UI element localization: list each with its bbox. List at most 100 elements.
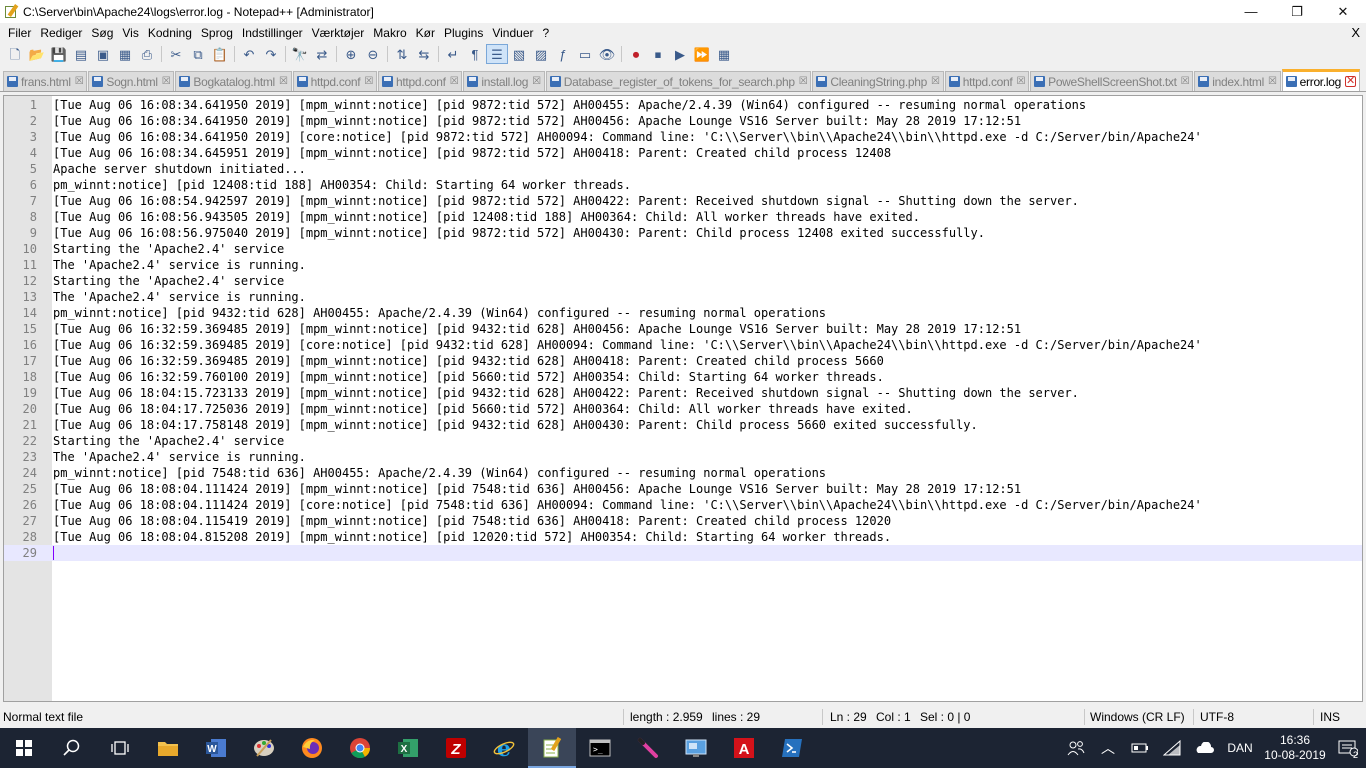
menu-plugins[interactable]: Plugins [440,26,488,40]
editor-line[interactable]: 7 [Tue Aug 06 16:08:54.942597 2019] [mpm_… [4,193,1362,209]
editor-line[interactable]: 27 [Tue Aug 06 18:08:04.115419 2019] [mpm… [4,513,1362,529]
editor-line[interactable]: 9 [Tue Aug 06 16:08:56.975040 2019] [mpm_… [4,225,1362,241]
editor-line[interactable]: 8 [Tue Aug 06 16:08:56.943505 2019] [mpm_… [4,209,1362,225]
zoom-out-icon[interactable]: ⊖ [362,44,384,64]
editor-line[interactable]: 17 [Tue Aug 06 16:32:59.369485 2019] [mpm… [4,353,1362,369]
start-button[interactable] [0,728,48,768]
input-language[interactable]: DAN [1220,741,1260,755]
taskbar-file-explorer[interactable] [144,728,192,768]
copy-icon[interactable]: ⧉ [187,44,209,64]
editor-line[interactable]: 24 pm_winnt:notice] [pid 7548:tid 636] AH… [4,465,1362,481]
editor-line[interactable]: 16 [Tue Aug 06 16:32:59.369485 2019] [cor… [4,337,1362,353]
show-hidden-icons-icon[interactable]: ︿ [1092,728,1124,768]
tab-close-icon[interactable]: ☒ [1181,76,1190,87]
undo-icon[interactable]: ↶ [238,44,260,64]
status-eol[interactable]: Windows (CR LF) [1090,710,1185,724]
taskbar-command-prompt[interactable]: >_ [576,728,624,768]
editor-line[interactable]: 21 [Tue Aug 06 18:04:17.758148 2019] [mpm… [4,417,1362,433]
tab-error-log[interactable]: error.log ✕ [1281,69,1360,91]
redo-icon[interactable]: ↷ [260,44,282,64]
menu-vaerktoejer[interactable]: Værktøjer [308,26,370,40]
open-file-icon[interactable]: 📂 [26,44,48,64]
tab-close-icon[interactable]: ✕ [1345,76,1356,87]
task-view-button[interactable] [96,728,144,768]
editor-line[interactable]: 3 [Tue Aug 06 16:08:34.641950 2019] [core… [4,129,1362,145]
tab-httpd-conf-1[interactable]: httpd.conf ☒ [292,71,377,91]
status-encoding[interactable]: UTF-8 [1200,710,1234,724]
editor-line[interactable]: 11 The 'Apache2.4' service is running. [4,257,1362,273]
taskbar-acrobat[interactable]: A [720,728,768,768]
editor-line[interactable]: 28 [Tue Aug 06 18:08:04.815208 2019] [mpm… [4,529,1362,545]
tab-database-register-php[interactable]: Database_register_of_tokens_for_search.p… [545,71,812,91]
menu-kodning[interactable]: Kodning [144,26,197,40]
editor-line[interactable]: 15 [Tue Aug 06 16:32:59.369485 2019] [mpm… [4,321,1362,337]
taskbar-firefox[interactable] [288,728,336,768]
tab-install-log[interactable]: install.log ☒ [463,71,545,91]
taskbar-powershell[interactable] [768,728,816,768]
tab-close-icon[interactable]: ☒ [364,76,373,87]
play-macro-icon[interactable]: ▶ [669,44,691,64]
tab-close-icon[interactable]: ☒ [162,76,171,87]
tab-close-icon[interactable]: ☒ [799,76,808,87]
editor-line[interactable]: 23 The 'Apache2.4' service is running. [4,449,1362,465]
close-all-icon[interactable]: ▦ [114,44,136,64]
tab-httpd-conf-3[interactable]: httpd.conf ☒ [944,71,1030,91]
taskbar-notepadpp[interactable] [528,728,576,768]
tab-close-icon[interactable]: ☒ [450,76,459,87]
taskbar-internet-explorer[interactable]: e [480,728,528,768]
play-multiple-macro-icon[interactable]: ⏩ [691,44,713,64]
tab-index-html[interactable]: index.html ☒ [1194,71,1281,91]
editor-line[interactable]: 25 [Tue Aug 06 18:08:04.111424 2019] [mpm… [4,481,1362,497]
menu-filer[interactable]: Filer [0,26,36,40]
word-wrap-icon[interactable]: ↵ [442,44,464,64]
editor-line[interactable]: 20 [Tue Aug 06 18:04:17.725036 2019] [mpm… [4,401,1362,417]
close-file-icon[interactable]: ▣ [92,44,114,64]
function-list-icon[interactable]: ƒ [552,44,574,64]
menu-indstillinger[interactable]: Indstillinger [238,26,308,40]
menu-soeg[interactable]: Søg [87,26,118,40]
menu-help[interactable]: ? [539,26,555,40]
close-button[interactable]: ✕ [1320,0,1366,23]
close-document-button[interactable]: X [1351,25,1360,40]
show-all-chars-icon[interactable]: ¶ [464,44,486,64]
editor-line[interactable]: 26 [Tue Aug 06 18:08:04.111424 2019] [cor… [4,497,1362,513]
folder-workspace-icon[interactable]: ▭ [574,44,596,64]
text-editor[interactable]: 1 [Tue Aug 06 16:08:34.641950 2019] [mpm_… [3,95,1363,702]
onedrive-icon[interactable] [1188,728,1220,768]
menu-koer[interactable]: Kør [412,26,440,40]
replace-icon[interactable]: ⇄ [311,44,333,64]
sync-vertical-icon[interactable]: ⇅ [391,44,413,64]
udl-icon[interactable]: ▧ [508,44,530,64]
taskbar-excel[interactable]: X [384,728,432,768]
tab-close-icon[interactable]: ☒ [1268,76,1277,87]
menu-rediger[interactable]: Rediger [36,26,87,40]
zoom-in-icon[interactable]: ⊕ [340,44,362,64]
taskbar-chrome[interactable] [336,728,384,768]
status-mode[interactable]: INS [1320,710,1340,724]
print-icon[interactable]: ⎙ [136,44,158,64]
editor-line[interactable]: 6 pm_winnt:notice] [pid 12408:tid 188] AH… [4,177,1362,193]
tab-cleaningstring-php[interactable]: CleaningString.php ☒ [812,71,944,91]
action-center-button[interactable]: 2 [1330,728,1366,768]
menu-makro[interactable]: Makro [369,26,411,40]
paste-icon[interactable]: 📋 [209,44,231,64]
editor-line[interactable]: 5 Apache server shutdown initiated... [4,161,1362,177]
tab-bogkatalog-html[interactable]: Bogkatalog.html ☒ [175,71,292,91]
monitoring-icon[interactable]: 👁 [596,44,618,64]
save-all-icon[interactable]: ▤ [70,44,92,64]
indent-guide-icon[interactable]: ☰ [486,44,508,64]
maximize-button[interactable]: ❐ [1274,0,1320,23]
wifi-icon[interactable] [1156,728,1188,768]
editor-line[interactable]: 13 The 'Apache2.4' service is running. [4,289,1362,305]
taskbar-word[interactable]: W [192,728,240,768]
editor-line[interactable]: 1 [Tue Aug 06 16:08:34.641950 2019] [mpm_… [4,97,1362,113]
new-file-icon[interactable]: 🗋 [4,44,26,64]
taskbar-filezilla[interactable]: Z [432,728,480,768]
editor-line[interactable]: 19 [Tue Aug 06 18:04:15.723133 2019] [mpm… [4,385,1362,401]
tab-close-icon[interactable]: ☒ [75,76,84,87]
clock[interactable]: 16:36 10-08-2019 [1260,733,1330,763]
tab-close-icon[interactable]: ☒ [1016,76,1025,87]
tab-poweshellscreenshot-txt[interactable]: PoweShellScreenShot.txt ☒ [1030,71,1194,91]
tab-close-icon[interactable]: ☒ [931,76,940,87]
editor-line[interactable]: 22 Starting the 'Apache2.4' service [4,433,1362,449]
